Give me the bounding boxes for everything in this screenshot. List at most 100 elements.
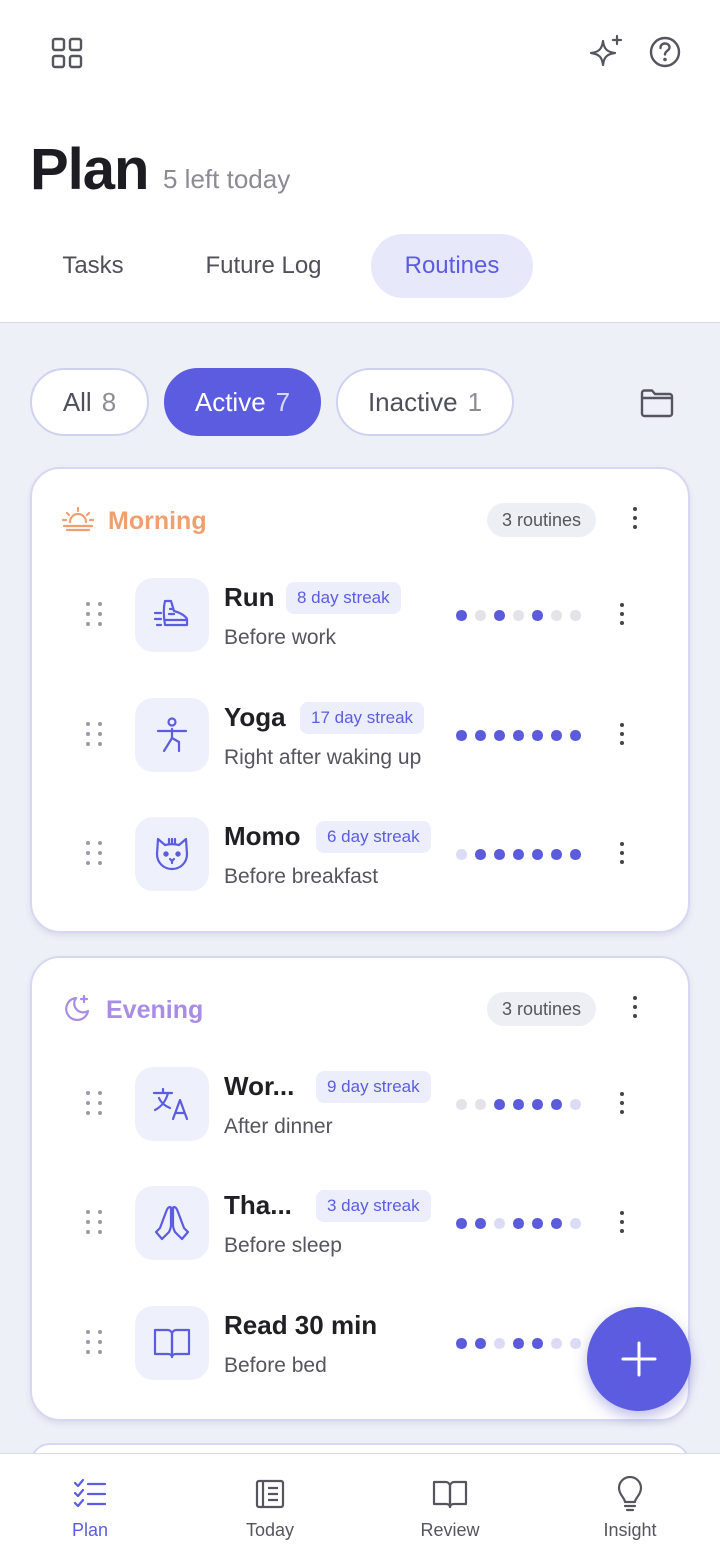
week-progress [456,1338,581,1349]
drag-handle-icon[interactable] [86,841,102,865]
day-dot [570,610,581,621]
filter-chips: All 8 Active 7 Inactive 1 [30,368,514,436]
yoga-pose-icon [135,698,209,772]
routine-trigger: Before bed [224,1354,327,1377]
nav-label: Today [245,1520,295,1540]
chip-count: 8 [101,386,117,417]
routine-row[interactable]: Tha... 3 day streak Before sleep [32,1186,688,1262]
drag-handle-icon[interactable] [86,602,102,626]
drag-handle-icon[interactable] [86,1210,102,1234]
top-bar [0,0,720,110]
routine-count-badge: 3 routines [486,503,596,537]
day-dot [456,730,467,741]
routine-more-icon[interactable] [620,723,624,745]
drag-handle-icon[interactable] [86,1330,102,1354]
day-dot [475,1099,486,1110]
routine-name: Wor... [224,1071,295,1101]
week-progress [456,610,581,621]
week-progress [456,1218,581,1229]
day-dot [513,849,524,860]
day-dot [570,849,581,860]
day-dot [513,1099,524,1110]
streak-badge: 3 day streak [316,1190,431,1222]
journal-page-icon [254,1476,286,1512]
group-more-icon[interactable] [633,507,637,529]
day-dot [532,730,543,741]
apps-grid-icon[interactable] [46,32,88,74]
tab-label: Future Log [205,252,322,279]
routine-count-badge: 3 routines [486,992,596,1026]
week-progress [456,730,581,741]
routine-more-icon[interactable] [620,603,624,625]
routine-trigger: Before breakfast [224,865,379,888]
day-dot [570,730,581,741]
day-dot [456,610,467,621]
streak-badge: 9 day streak [316,1071,431,1103]
drag-handle-icon[interactable] [86,722,102,746]
routine-trigger: After dinner [224,1115,333,1138]
cat-face-icon [135,817,209,891]
tab-future-log[interactable]: Future Log [156,234,371,298]
drag-handle-icon[interactable] [86,1091,102,1115]
tab-tasks[interactable]: Tasks [30,234,156,298]
sparkle-icon[interactable] [585,30,629,74]
routine-row[interactable]: Yoga 17 day streak Right after waking up [32,698,688,774]
routine-more-icon[interactable] [620,1211,624,1233]
day-dot [551,1218,562,1229]
add-routine-button[interactable] [587,1307,691,1411]
routine-trigger: Right after waking up [224,746,422,769]
filter-active[interactable]: Active 7 [164,368,321,436]
routine-trigger: Before work [224,626,337,649]
day-dot [551,1338,562,1349]
day-dot [475,1338,486,1349]
day-dot [456,1338,467,1349]
day-dot [456,849,467,860]
routine-trigger: Before sleep [224,1234,342,1257]
help-icon[interactable] [646,33,684,71]
day-dot [570,1338,581,1349]
routine-name: Momo [224,821,301,851]
day-dot [513,1218,524,1229]
open-book-icon [432,1476,468,1512]
nav-review[interactable]: Review [360,1454,540,1558]
open-book-icon [135,1306,209,1380]
filter-inactive[interactable]: Inactive 1 [336,368,514,436]
running-shoe-icon [135,578,209,652]
nav-insight[interactable]: Insight [540,1454,720,1558]
lightbulb-icon [615,1476,645,1512]
routine-name: Tha... [224,1190,292,1220]
chip-count: 1 [467,386,483,417]
day-dot [475,730,486,741]
group-more-icon[interactable] [633,996,637,1018]
tab-routines[interactable]: Routines [371,234,533,298]
routine-more-icon[interactable] [620,842,624,864]
nav-today[interactable]: Today [180,1454,360,1558]
routine-row[interactable]: Wor... 9 day streak After dinner [32,1067,688,1143]
chip-label: Inactive [367,386,458,417]
day-dot [494,730,505,741]
week-progress [456,849,581,860]
day-dot [494,849,505,860]
day-dot [532,849,543,860]
routine-row[interactable]: Run 8 day streak Before work [32,578,688,654]
day-dot [494,1099,505,1110]
view-tabs: Tasks Future Log Routines [30,234,533,298]
folder-icon[interactable] [638,385,676,421]
day-dot [513,1338,524,1349]
routine-row[interactable]: Momo 6 day streak Before breakfast [32,817,688,893]
chip-count: 7 [275,386,291,417]
day-dot [494,1218,505,1229]
filter-all[interactable]: All 8 [30,368,149,436]
plus-icon [621,1341,657,1377]
week-progress [456,1099,581,1110]
streak-badge: 6 day streak [316,821,431,853]
routine-name: Yoga [224,702,286,732]
tab-label: Tasks [62,252,124,279]
day-dot [551,610,562,621]
day-dot [494,610,505,621]
day-dot [570,1099,581,1110]
day-dot [456,1218,467,1229]
routine-name: Run [224,582,275,612]
nav-plan[interactable]: Plan [0,1454,180,1558]
routine-more-icon[interactable] [620,1092,624,1114]
